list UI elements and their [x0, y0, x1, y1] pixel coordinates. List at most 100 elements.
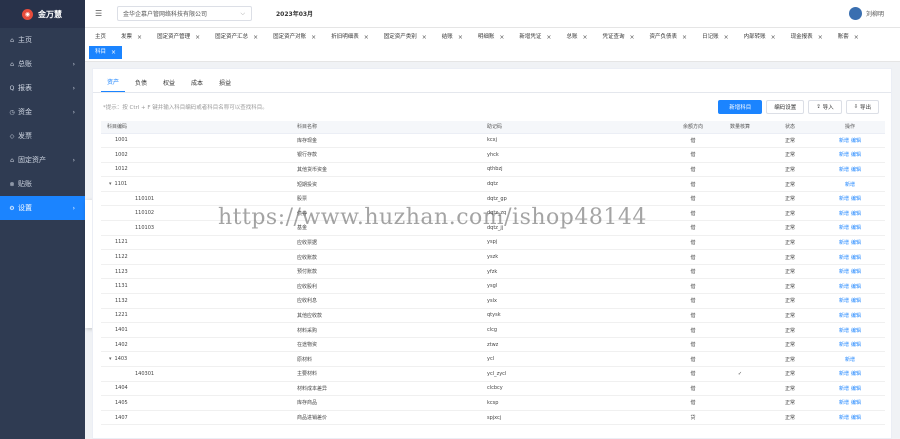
close-icon[interactable]: ×	[771, 31, 776, 44]
edit-link[interactable]: 编辑	[851, 342, 861, 348]
tab-item[interactable]: 总账 ×	[560, 31, 593, 44]
expand-toggle-icon[interactable]: ▾	[109, 356, 112, 362]
app-logo[interactable]: ◉ 金万慧	[0, 0, 85, 28]
close-icon[interactable]: ×	[111, 46, 116, 59]
sidebar-item-4[interactable]: ◇ 发票	[0, 124, 85, 148]
tab-item[interactable]: 固定资产对账 ×	[267, 31, 322, 44]
table-row[interactable]: ▾ 1101 短期投资 dqtz 借正常 新增	[101, 176, 885, 192]
tab-item[interactable]: 固定资产汇总 ×	[209, 31, 264, 44]
tab-item[interactable]: 固定资产管理 ×	[151, 31, 206, 44]
table-row[interactable]: 1123 预付账款 yfzk 借正常 新增 编辑	[101, 264, 885, 280]
close-icon[interactable]: ×	[499, 31, 504, 44]
edit-link[interactable]: 编辑	[851, 298, 861, 304]
company-select[interactable]: 金华企慕户管网络科技有限公司 ⌵	[117, 6, 252, 21]
tab-item[interactable]: 内部转账 ×	[738, 31, 782, 44]
subtab-item[interactable]: 成本	[185, 78, 209, 92]
edit-link[interactable]: 编辑	[851, 211, 861, 217]
code-settings-button[interactable]: 编码设置	[766, 100, 805, 114]
close-icon[interactable]: ×	[458, 31, 463, 44]
tab-item[interactable]: 发票 ×	[115, 31, 148, 44]
edit-link[interactable]: 编辑	[851, 328, 861, 334]
table-row[interactable]: 1404 材料成本差异 clcbcy 借正常 新增 编辑	[101, 381, 885, 397]
close-icon[interactable]: ×	[854, 31, 859, 44]
add-child-link[interactable]: 新增	[839, 211, 849, 217]
add-child-link[interactable]: 新增	[839, 255, 849, 261]
table-row[interactable]: 1131 应收股利 ysgl 借正常 新增 编辑	[101, 278, 885, 295]
close-icon[interactable]: ×	[818, 31, 823, 44]
table-row[interactable]: 110103 基金 dqtz_jj 借正常 新增 编辑	[101, 220, 885, 236]
user-menu[interactable]: 刘柳明	[848, 7, 884, 20]
close-icon[interactable]: ×	[364, 31, 369, 44]
table-row[interactable]: 1122 应收账款 yszk 借正常 新增 编辑	[101, 249, 885, 265]
add-child-link[interactable]: 新增	[839, 138, 849, 144]
table-row[interactable]: 1405 库存商品 kcsp 借正常 新增 编辑	[101, 395, 885, 411]
table-row[interactable]: 1121 应收票据 yspj 借正常 新增 编辑	[101, 235, 885, 251]
add-child-link[interactable]: 新增	[839, 284, 849, 290]
subtab-item[interactable]: 损益	[213, 78, 237, 92]
edit-link[interactable]: 编辑	[851, 284, 861, 290]
menu-toggle-icon[interactable]: ☰	[95, 9, 107, 18]
tab-item[interactable]: 资产负债表 ×	[644, 31, 694, 44]
tab-item[interactable]: 新增凭证 ×	[513, 31, 557, 44]
edit-link[interactable]: 编辑	[851, 225, 861, 231]
add-child-link[interactable]: 新增	[839, 240, 849, 246]
tab-item[interactable]: 主页	[89, 31, 112, 44]
close-icon[interactable]: ×	[582, 31, 587, 44]
tab-item[interactable]: 日记账 ×	[696, 31, 735, 44]
add-child-link[interactable]: 新增	[839, 298, 849, 304]
subtab-item[interactable]: 负债	[129, 78, 153, 92]
close-icon[interactable]: ×	[422, 31, 427, 44]
edit-link[interactable]: 编辑	[851, 240, 861, 246]
close-icon[interactable]: ×	[630, 31, 635, 44]
add-child-link[interactable]: 新增	[845, 182, 855, 188]
table-row[interactable]: 1407 商品进销差价 spjxcj 贷正常 新增 编辑	[101, 410, 885, 426]
table-row[interactable]: 1402 在途物资 ztwz 借正常 新增 编辑	[101, 337, 885, 353]
expand-toggle-icon[interactable]: ▾	[109, 181, 112, 187]
edit-link[interactable]: 编辑	[851, 371, 861, 377]
table-row[interactable]: 1012 其他货币资金 qthbzj 借正常 新增 编辑	[101, 162, 885, 178]
add-child-link[interactable]: 新增	[839, 400, 849, 406]
close-icon[interactable]: ×	[724, 31, 729, 44]
tab-item[interactable]: 账套 ×	[832, 31, 865, 44]
add-child-link[interactable]: 新增	[839, 225, 849, 231]
close-icon[interactable]: ×	[137, 31, 142, 44]
table-row[interactable]: 1221 其他应收款 qtysk 借正常 新增 编辑	[101, 308, 885, 324]
tab-item[interactable]: 固定资产类别 ×	[378, 31, 433, 44]
sidebar-item-6[interactable]: ⊗ 贴账	[0, 172, 85, 196]
table-row[interactable]: ▾ 1403 原材料 ycl 借正常 新增	[101, 351, 885, 367]
close-icon[interactable]: ×	[311, 31, 316, 44]
table-row[interactable]: 140301 主要材料 ycl_zycl 借 ✓ 正常 新增 编辑	[101, 366, 885, 382]
add-child-link[interactable]: 新增	[839, 342, 849, 348]
add-child-link[interactable]: 新增	[839, 167, 849, 173]
close-icon[interactable]: ×	[253, 31, 258, 44]
add-child-link[interactable]: 新增	[839, 371, 849, 377]
add-child-link[interactable]: 新增	[839, 328, 849, 334]
close-icon[interactable]: ×	[195, 31, 200, 44]
add-child-link[interactable]: 新增	[839, 152, 849, 158]
table-row[interactable]: 1401 材料采购 clcg 借正常 新增 编辑	[101, 322, 885, 338]
subtab-item[interactable]: 资产	[101, 77, 126, 92]
export-button[interactable]: ⇩ 导出	[845, 100, 879, 114]
add-subject-button[interactable]: 新增科目	[718, 100, 763, 114]
edit-link[interactable]: 编辑	[851, 386, 861, 392]
table-row[interactable]: 110102 债券 dqtz_zq 借正常 新增 编辑	[101, 205, 885, 222]
sidebar-item-2[interactable]: Q 报表 ›	[0, 76, 85, 100]
tab-item[interactable]: 凭证查询 ×	[596, 31, 640, 44]
edit-link[interactable]: 编辑	[851, 415, 861, 421]
add-child-link[interactable]: 新增	[839, 415, 849, 421]
close-icon[interactable]: ×	[546, 31, 551, 44]
table-row[interactable]: 1002 银行存款 yhck 借正常 新增 编辑	[101, 147, 885, 163]
edit-link[interactable]: 编辑	[851, 138, 861, 144]
add-child-link[interactable]: 新增	[839, 269, 849, 275]
sidebar-item-7[interactable]: ⚙ 设置 ›	[0, 196, 85, 220]
sidebar-item-0[interactable]: ⌂ 主页	[0, 28, 85, 52]
add-child-link[interactable]: 新增	[845, 357, 855, 363]
sidebar-item-5[interactable]: ⌂ 固定资产 ›	[0, 148, 85, 172]
tab-item[interactable]: 结账 ×	[436, 31, 469, 44]
edit-link[interactable]: 编辑	[851, 255, 861, 261]
tab-item[interactable]: 现金报表 ×	[785, 31, 829, 44]
edit-link[interactable]: 编辑	[851, 400, 861, 406]
table-row[interactable]: 1001 库存现金 kcxj 借正常 新增 编辑	[101, 133, 885, 149]
sidebar-item-3[interactable]: ◷ 资金 ›	[0, 100, 85, 124]
table-row[interactable]: 1132 应收利息 yslx 借正常 新增 编辑	[101, 293, 885, 309]
